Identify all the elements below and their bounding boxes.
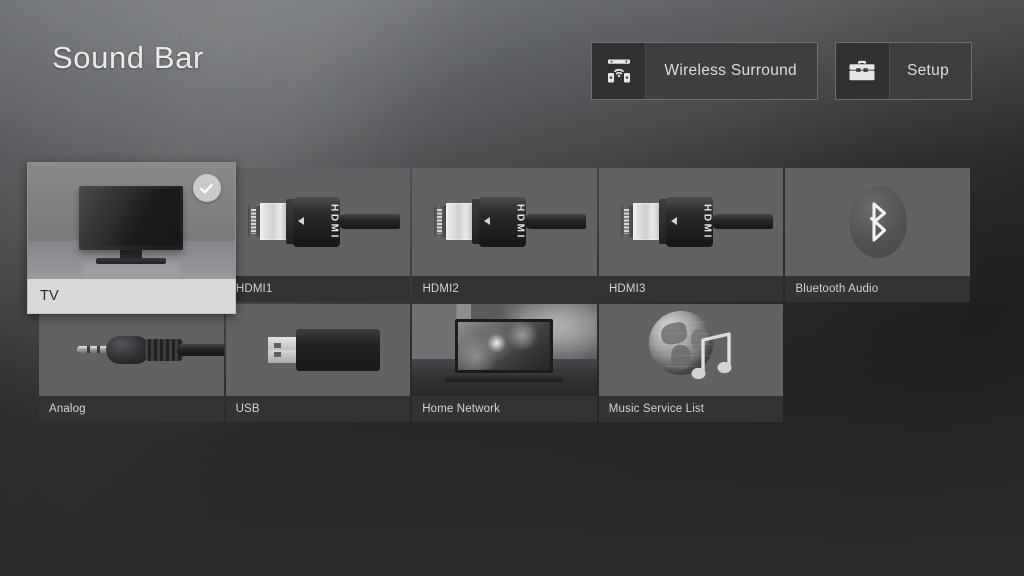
- input-grid-row-1: TV HDMI HDMI1 HDMI HDMI2 HDMI HDMI3 Blue…: [27, 162, 970, 314]
- input-tile-label: Music Service List: [598, 396, 784, 422]
- usb-thumbnail: [225, 304, 411, 396]
- toolbox-icon: [835, 43, 890, 99]
- analog-jack-icon: [39, 304, 224, 396]
- header-button-group: Wireless Surround Setup: [591, 42, 972, 100]
- input-tile-music-service-list[interactable]: Music Service List: [598, 304, 784, 422]
- input-source-grid: TV HDMI HDMI1 HDMI HDMI2 HDMI HDMI3 Blue…: [27, 162, 970, 422]
- page-title: Sound Bar: [52, 40, 204, 75]
- input-tile-bluetooth-audio[interactable]: Bluetooth Audio: [785, 168, 970, 302]
- sound-bar-input-screen: Sound Bar Wireless Surround Setup TV HDM…: [0, 0, 1024, 576]
- music-service-thumbnail: [598, 304, 784, 396]
- input-tile-label: TV: [27, 279, 236, 314]
- input-tile-hdmi3[interactable]: HDMI HDMI3: [598, 168, 784, 302]
- laptop-icon: [412, 304, 597, 396]
- wireless-surround-label: Wireless Surround: [664, 62, 797, 79]
- input-tile-label: Bluetooth Audio: [785, 276, 970, 302]
- setup-button[interactable]: Setup: [834, 42, 972, 100]
- input-tile-label: HDMI2: [412, 276, 597, 302]
- input-tile-hdmi1[interactable]: HDMI HDMI1: [225, 168, 411, 302]
- hdmi-connector-icon: HDMI: [598, 168, 784, 276]
- music-note-icon: [689, 328, 737, 389]
- input-tile-label: Home Network: [412, 396, 597, 422]
- bluetooth-thumbnail: [785, 168, 970, 276]
- checkmark-icon: [192, 174, 221, 202]
- input-tile-label: HDMI3: [598, 276, 784, 302]
- input-tile-hdmi2[interactable]: HDMI HDMI2: [412, 168, 597, 302]
- input-tile-home-network[interactable]: Home Network: [412, 304, 597, 422]
- hdmi1-thumbnail: HDMI: [225, 168, 411, 276]
- home-network-thumbnail: [412, 304, 597, 396]
- globe-music-icon: [643, 309, 739, 391]
- input-tile-empty-slot: [785, 304, 970, 422]
- input-tile-tv[interactable]: TV: [27, 162, 236, 314]
- wireless-surround-icon: [592, 43, 647, 99]
- input-tile-label: HDMI1: [225, 276, 411, 302]
- setup-label: Setup: [906, 62, 949, 79]
- hdmi-connector-icon: HDMI: [412, 168, 597, 276]
- input-tile-label: USB: [225, 396, 411, 422]
- analog-thumbnail: [39, 304, 224, 396]
- input-tile-analog[interactable]: Analog: [39, 304, 224, 422]
- hdmi-connector-icon: HDMI: [225, 168, 411, 276]
- wireless-surround-button[interactable]: Wireless Surround: [591, 42, 818, 100]
- usb-drive-icon: [225, 304, 411, 396]
- input-tile-usb[interactable]: USB: [225, 304, 411, 422]
- input-grid-row-2: Analog USB Home Network Music Service Li…: [39, 304, 970, 422]
- bluetooth-icon: [848, 186, 907, 258]
- hdmi2-thumbnail: HDMI: [412, 168, 597, 276]
- hdmi3-thumbnail: HDMI: [598, 168, 784, 276]
- input-tile-label: Analog: [39, 396, 224, 422]
- tv-thumbnail: [27, 162, 236, 279]
